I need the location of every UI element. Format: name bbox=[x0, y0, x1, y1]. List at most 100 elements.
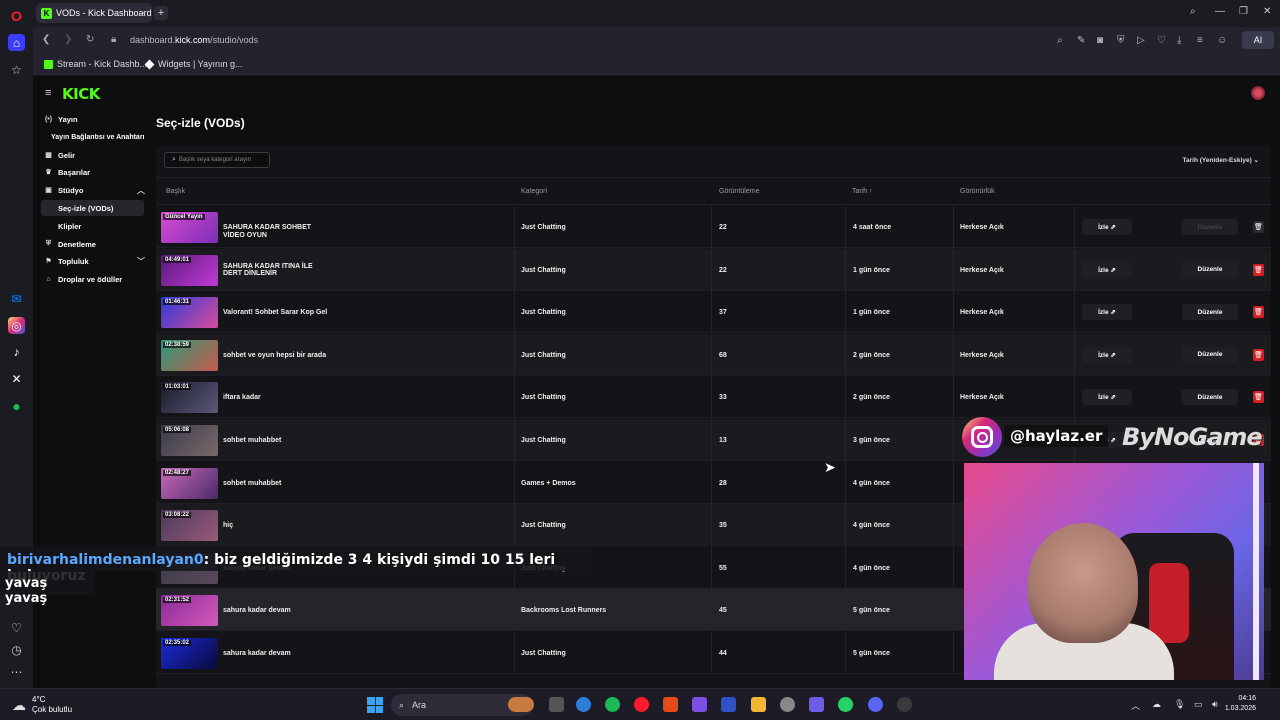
back-icon[interactable]: ❮ bbox=[42, 34, 50, 45]
forward-icon[interactable]: ❯ bbox=[64, 34, 72, 45]
vod-title[interactable]: iftara kadar bbox=[223, 394, 333, 402]
vod-thumbnail[interactable]: 02:35:02 bbox=[161, 638, 218, 669]
browser-tab[interactable]: K VODs - Kick Dashboard × bbox=[36, 3, 152, 23]
vod-title[interactable]: hiç bbox=[223, 522, 333, 530]
column-header-views[interactable]: Görüntüleme bbox=[719, 188, 759, 195]
sidebar-item-studyo[interactable]: ▣ Stüdyo ︿ bbox=[44, 182, 145, 198]
delete-icon[interactable]: 🗑︎ bbox=[1253, 391, 1264, 404]
minimize-icon[interactable]: — bbox=[1215, 6, 1225, 17]
play-icon[interactable]: ▷ bbox=[1137, 35, 1145, 46]
sidebar-item-basarilar[interactable]: ♛ Başarılar bbox=[44, 164, 90, 180]
vod-thumbnail[interactable]: 04:49:01 bbox=[161, 254, 218, 286]
more-icon[interactable]: ⋯ bbox=[8, 663, 25, 680]
instagram-icon[interactable]: ◎ bbox=[8, 317, 25, 334]
vod-thumbnail[interactable]: 02:38:59 bbox=[161, 339, 218, 371]
app-icon[interactable] bbox=[897, 697, 912, 712]
vod-title[interactable]: sahura kadar devam bbox=[223, 607, 333, 615]
delete-icon[interactable]: 🗑︎ bbox=[1253, 221, 1264, 233]
bookmark-stream[interactable]: Stream - Kick Dashb... bbox=[44, 59, 147, 69]
column-header-date[interactable]: Tarih ↑ bbox=[852, 188, 873, 195]
table-row[interactable]: 04:49:01 SAHURA KADAR ITINA İLE DERT DİN… bbox=[156, 248, 1271, 291]
sidebar-item-topluluk[interactable]: ⚑ Topluluk ﹀ bbox=[44, 253, 145, 269]
table-row[interactable]: Güncel Yayın SAHURA KADAR SOHBET VİDEO O… bbox=[156, 206, 1271, 248]
display-icon[interactable]: ▭ bbox=[1194, 699, 1203, 710]
vod-thumbnail[interactable]: 01:46:31 bbox=[161, 297, 218, 329]
edit-button[interactable]: Düzenle bbox=[1182, 346, 1238, 363]
sidebar-item-stream-key[interactable]: Yayın Bağlantısı ve Anahtarı bbox=[51, 129, 145, 145]
new-tab-button[interactable]: + bbox=[154, 6, 168, 20]
sidebar-item-vods[interactable]: Seç-izle (VODs) bbox=[41, 200, 144, 216]
delete-icon[interactable]: 🗑︎ bbox=[1253, 263, 1264, 276]
watch-button[interactable]: İzle ⇗ bbox=[1082, 389, 1132, 406]
spotify-icon[interactable]: ● bbox=[8, 397, 25, 414]
home-icon[interactable]: ⌂ bbox=[8, 34, 25, 51]
vod-title[interactable]: SAHURA KADAR ITINA İLE DERT DİNLENİR bbox=[223, 263, 333, 278]
edit-button[interactable]: Düzenle bbox=[1182, 304, 1238, 321]
app-icon[interactable] bbox=[692, 697, 707, 712]
menu-icon[interactable]: ≡ bbox=[1197, 35, 1203, 46]
app-icon[interactable] bbox=[721, 697, 736, 712]
opera-icon[interactable] bbox=[634, 697, 649, 712]
table-row[interactable]: 02:38:59 sohbet ve oyun hepsi bir arada … bbox=[156, 333, 1271, 376]
vod-title[interactable]: Valorant! Sohbet Sarar Kop Gel bbox=[223, 309, 333, 317]
delete-icon[interactable]: 🗑︎ bbox=[1253, 306, 1264, 319]
sidebar-item-droplar[interactable]: ⌂ Droplar ve ödüller bbox=[44, 271, 122, 287]
edit-icon[interactable]: ✎ bbox=[1077, 35, 1085, 46]
avatar[interactable] bbox=[1251, 86, 1265, 100]
sidebar-item-yayin[interactable]: (•) Yayın bbox=[44, 111, 78, 127]
search-input[interactable]: ⌕ Başlık veya kategori arayın bbox=[164, 152, 270, 168]
vod-title[interactable]: sohbet muhabbet bbox=[223, 437, 333, 445]
vod-thumbnail[interactable]: 01:03:01 bbox=[161, 382, 218, 414]
task-view-icon[interactable] bbox=[549, 697, 564, 712]
restore-icon[interactable]: ❐ bbox=[1239, 6, 1248, 17]
office-icon[interactable] bbox=[663, 697, 678, 712]
column-header-title[interactable]: Başlık bbox=[166, 188, 185, 195]
edit-button[interactable]: Düzenle bbox=[1182, 261, 1238, 278]
heart-icon[interactable]: ♡ bbox=[8, 619, 25, 636]
hamburger-icon[interactable]: ≡ bbox=[45, 87, 51, 99]
vod-thumbnail[interactable]: 05:06:08 bbox=[161, 425, 218, 456]
star-icon[interactable]: ☆ bbox=[8, 61, 25, 78]
column-header-category[interactable]: Kategori bbox=[521, 188, 547, 195]
sidebar-item-klipler[interactable]: Klipler bbox=[58, 218, 81, 234]
close-tab-icon[interactable]: × bbox=[141, 8, 146, 18]
weather-widget[interactable]: ☁ 4°C Çok bulutlu bbox=[12, 695, 72, 715]
messenger-icon[interactable]: ✉ bbox=[8, 290, 25, 307]
vod-title[interactable]: sohbet ve oyun hepsi bir arada bbox=[223, 352, 333, 360]
vod-title[interactable]: sohbet muhabbet bbox=[223, 480, 333, 488]
sidebar-item-gelir[interactable]: ▦ Gelir bbox=[44, 147, 75, 163]
kick-logo[interactable]: KICK bbox=[62, 85, 100, 103]
column-header-visibility[interactable]: Görünürlük bbox=[960, 188, 995, 195]
edge-icon[interactable] bbox=[576, 697, 591, 712]
mic-icon[interactable]: 🎙︎ bbox=[1174, 699, 1185, 710]
vod-thumbnail[interactable]: 02:48:27 bbox=[161, 467, 218, 499]
watch-button[interactable]: İzle ⇗ bbox=[1082, 346, 1132, 363]
watch-button[interactable]: İzle ⇗ bbox=[1082, 304, 1132, 321]
spotify-icon[interactable] bbox=[605, 697, 620, 712]
heart-icon[interactable]: ♡ bbox=[1157, 35, 1166, 46]
url-field[interactable]: dashboard.kick.com/studio/vods bbox=[130, 35, 258, 45]
close-window-icon[interactable]: ✕ bbox=[1263, 6, 1271, 17]
reload-icon[interactable]: ↻ bbox=[86, 34, 94, 45]
app-icon[interactable] bbox=[809, 697, 824, 712]
obs-icon[interactable] bbox=[780, 697, 795, 712]
download-icon[interactable]: ⤓ bbox=[1177, 35, 1181, 46]
discord-icon[interactable] bbox=[868, 697, 883, 712]
table-row[interactable]: 01:46:31 Valorant! Sohbet Sarar Kop Gel … bbox=[156, 291, 1271, 334]
folder-icon[interactable] bbox=[751, 697, 766, 712]
history-icon[interactable]: ◷ bbox=[8, 641, 25, 658]
ai-button[interactable]: AI bbox=[1242, 31, 1274, 49]
search-tabs-icon[interactable]: ⌕ bbox=[1190, 6, 1196, 17]
watch-button[interactable]: İzle ⇗ bbox=[1082, 261, 1132, 278]
clock[interactable]: 04:16 1.03.2026 bbox=[1225, 694, 1256, 714]
sort-dropdown[interactable]: Tarih (Yeniden-Eskiye) ⌄ bbox=[1183, 156, 1260, 164]
profile-icon[interactable]: ☺ bbox=[1217, 35, 1227, 46]
vod-thumbnail[interactable]: Güncel Yayın bbox=[161, 212, 218, 243]
camera-icon[interactable]: ◙ bbox=[1097, 35, 1103, 46]
cloud-icon[interactable]: ☁ bbox=[1152, 699, 1161, 710]
vod-thumbnail[interactable]: 03:08:22 bbox=[161, 510, 218, 542]
start-button[interactable] bbox=[367, 697, 383, 713]
table-row[interactable]: 01:03:01 iftara kadar Just Chatting 33 2… bbox=[156, 376, 1271, 419]
vod-title[interactable]: sahura kadar devam bbox=[223, 650, 333, 658]
volume-icon[interactable]: 🔊︎ bbox=[1212, 699, 1218, 710]
